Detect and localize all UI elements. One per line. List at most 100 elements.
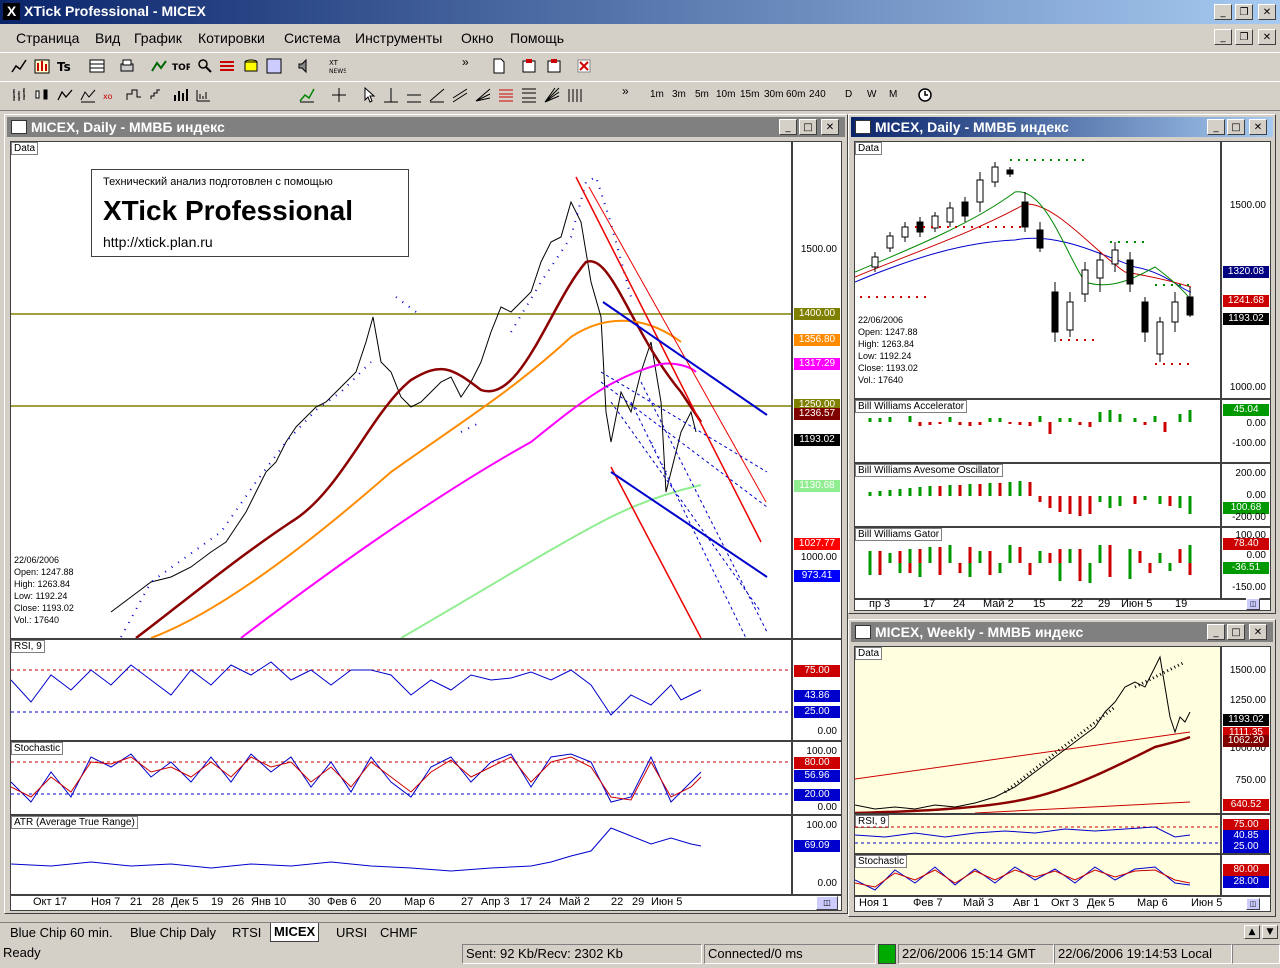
main-rsi-pane[interactable]: RSI, 9: [10, 639, 792, 741]
daily-chart-close-button[interactable]: ✕: [1249, 119, 1267, 135]
crosshair-icon[interactable]: [330, 86, 348, 104]
timeframe-15m[interactable]: 15m: [740, 89, 759, 100]
horizontal-line-icon[interactable]: [405, 86, 423, 104]
daily-time-axis[interactable]: пр 3 17 24 Май 2 15 22 29 Июн 5 19 ◫: [854, 598, 1271, 611]
cursor-icon[interactable]: [360, 86, 378, 104]
menu-view[interactable]: Вид: [95, 30, 120, 46]
daily-gator-pane[interactable]: Bill Williams Gator: [854, 527, 1221, 599]
data-list-icon[interactable]: [265, 57, 283, 75]
histogram-icon[interactable]: [171, 86, 189, 104]
tab-micex[interactable]: MICEX: [270, 923, 320, 942]
toolbar2-overflow-icon[interactable]: »: [622, 84, 629, 98]
top-icon[interactable]: TOP: [172, 57, 190, 75]
tabs-scroll-up-button[interactable]: ▲: [1244, 925, 1260, 939]
main-chart-scroll-button[interactable]: ◫: [816, 896, 838, 910]
timeframe-3m[interactable]: 3m: [672, 89, 686, 100]
menu-tools[interactable]: Инструменты: [355, 30, 442, 46]
fibonacci-levels-icon[interactable]: [497, 86, 515, 104]
daily-chart-scroll-button[interactable]: ◫: [1246, 598, 1260, 610]
menu-page[interactable]: Страница: [16, 30, 79, 46]
main-chart-maximize-button[interactable]: □: [799, 119, 817, 135]
daily-price-pane[interactable]: Data 22/06/2006 Open: 1247.88 High: 1263…: [854, 141, 1221, 399]
database-icon[interactable]: [242, 57, 260, 75]
menu-chart[interactable]: График: [134, 30, 182, 46]
ts-icon[interactable]: Ts: [56, 57, 74, 75]
main-price-scale[interactable]: 1500.00 1000.00 1400.00 1356.80 1317.29 …: [792, 141, 842, 639]
main-atr-pane[interactable]: ATR (Average True Range): [10, 815, 792, 895]
orders-icon[interactable]: [218, 57, 236, 75]
doc-minimize-button[interactable]: _: [1214, 29, 1232, 45]
indicator-icon[interactable]: [298, 86, 316, 104]
main-time-axis[interactable]: Окт 17 Ноя 7 21 28 Дек 5 19 26 Янв 10 30…: [10, 895, 842, 911]
channel-icon[interactable]: [451, 86, 469, 104]
main-price-pane[interactable]: Data Технический анализ подготовлен с по…: [10, 141, 792, 639]
minimize-button[interactable]: _: [1214, 4, 1232, 20]
menu-quotes[interactable]: Котировки: [198, 30, 265, 46]
daily-chart-minimize-button[interactable]: _: [1207, 119, 1225, 135]
candles-icon[interactable]: [33, 86, 51, 104]
main-chart-close-button[interactable]: ✕: [821, 119, 839, 135]
daily-ac-pane[interactable]: Bill Williams Accelerator: [854, 399, 1221, 463]
doc-restore-button[interactable]: ❐: [1235, 29, 1253, 45]
timeframe-5m[interactable]: 5m: [695, 89, 709, 100]
timeframe-week[interactable]: W: [867, 89, 876, 100]
line-icon[interactable]: [56, 86, 74, 104]
kagi-icon[interactable]: [125, 86, 143, 104]
new-page-icon[interactable]: [490, 57, 508, 75]
weekly-chart-minimize-button[interactable]: _: [1207, 624, 1225, 640]
timeframe-10m[interactable]: 10m: [716, 89, 735, 100]
doc-close-button[interactable]: ✕: [1258, 29, 1276, 45]
toolbar-overflow-icon[interactable]: »: [462, 55, 469, 69]
info-url[interactable]: http://xtick.plan.ru: [103, 234, 213, 250]
close-button[interactable]: ✕: [1258, 4, 1276, 20]
daily-price-scale[interactable]: 1500.00 1000.00 1320.08 1241.68 1193.02: [1221, 141, 1271, 399]
menu-system[interactable]: Система: [284, 30, 340, 46]
delete-icon[interactable]: [575, 57, 593, 75]
ac-scale[interactable]: 45.04 0.00 -100.00: [1221, 399, 1271, 463]
timeframe-month[interactable]: M: [889, 89, 897, 100]
search-icon[interactable]: [195, 57, 213, 75]
timeframe-60m[interactable]: 60m: [786, 89, 805, 100]
tab-ursi[interactable]: URSI: [336, 925, 367, 940]
weekly-time-axis[interactable]: Ноя 1 Фев 7 Май 3 Авг 1 Окт 3 Дек 5 Мар …: [854, 896, 1271, 912]
weekly-stoch-scale[interactable]: 80.00 28.00: [1221, 854, 1271, 896]
daily-ao-pane[interactable]: Bill Williams Avesome Oscillator: [854, 463, 1221, 527]
menu-help[interactable]: Помощь: [510, 30, 564, 46]
rsi-scale[interactable]: 75.00 43.86 25.00 0.00: [792, 639, 842, 741]
stoch-scale[interactable]: 100.00 80.00 56.96 20.00 0.00: [792, 741, 842, 815]
fibonacci-retracement-icon[interactable]: [520, 86, 538, 104]
weekly-price-scale[interactable]: 1500.00 1250.00 1000.00 750.00 1193.02 1…: [1221, 646, 1271, 814]
tab-rtsi[interactable]: RTSI: [232, 925, 261, 940]
ao-scale[interactable]: 200.00 0.00 100.68 -200.00: [1221, 463, 1271, 527]
open-page-icon[interactable]: [520, 57, 538, 75]
print-icon[interactable]: [118, 57, 136, 75]
weekly-rsi-scale[interactable]: 75.00 40.85 25.00: [1221, 814, 1271, 854]
gann-fan-icon[interactable]: [543, 86, 561, 104]
cycle-lines-icon[interactable]: [566, 86, 584, 104]
weekly-chart-close-button[interactable]: ✕: [1249, 624, 1267, 640]
weekly-chart-scroll-button[interactable]: ◫: [1246, 898, 1260, 910]
timeframe-day[interactable]: D: [845, 89, 852, 100]
daily-chart-maximize-button[interactable]: □: [1227, 119, 1245, 135]
watchlist-icon[interactable]: [150, 57, 168, 75]
area-icon[interactable]: [79, 86, 97, 104]
volume-icon[interactable]: [194, 86, 212, 104]
timeframe-1m[interactable]: 1m: [650, 89, 664, 100]
fibonacci-fan-icon[interactable]: [474, 86, 492, 104]
bar-chart-icon[interactable]: [33, 57, 51, 75]
main-chart-minimize-button[interactable]: _: [779, 119, 797, 135]
tab-blue-chip-60[interactable]: Blue Chip 60 min.: [10, 925, 113, 940]
timeframe-240[interactable]: 240: [809, 89, 826, 100]
weekly-rsi-pane[interactable]: RSI, 9: [854, 814, 1221, 854]
line-chart-icon[interactable]: [10, 57, 28, 75]
tab-blue-chip-daly[interactable]: Blue Chip Daly: [130, 925, 216, 940]
table-icon[interactable]: [88, 57, 106, 75]
timeframe-30m[interactable]: 30m: [764, 89, 783, 100]
weekly-stoch-pane[interactable]: Stochastic: [854, 854, 1221, 896]
renko-icon[interactable]: [148, 86, 166, 104]
gator-scale[interactable]: 100.00 78.40 0.00 -36.51 -150.00: [1221, 527, 1271, 599]
clock-icon[interactable]: [916, 86, 934, 104]
tab-chmf[interactable]: CHMF: [380, 925, 418, 940]
main-stoch-pane[interactable]: Stochastic: [10, 741, 792, 815]
weekly-chart-maximize-button[interactable]: □: [1227, 624, 1245, 640]
